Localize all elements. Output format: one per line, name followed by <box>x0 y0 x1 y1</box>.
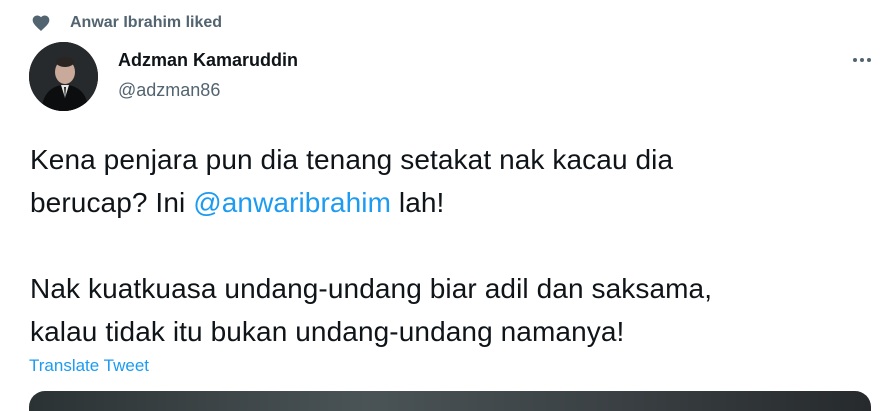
social-context: Anwar Ibrahim liked <box>31 12 222 34</box>
tweet-text-segment: berucap? Ini <box>30 187 194 218</box>
tweet-line: Nak kuatkuasa undang-undang biar adil da… <box>30 273 713 304</box>
avatar[interactable] <box>29 42 98 111</box>
media-preview[interactable] <box>29 391 871 411</box>
author-handle[interactable]: @adzman86 <box>118 80 220 101</box>
translate-tweet-link[interactable]: Translate Tweet <box>29 356 149 376</box>
more-options-button[interactable] <box>848 50 876 70</box>
tweet-text-segment: lah! <box>391 187 445 218</box>
tweet-line: Kena penjara pun dia tenang setakat nak … <box>30 144 674 175</box>
tweet-line: berucap? Ini @anwaribrahim lah! <box>30 181 880 224</box>
mention-link[interactable]: @anwaribrahim <box>193 187 391 218</box>
liked-by-text[interactable]: Anwar Ibrahim liked <box>70 14 222 32</box>
author-display-name[interactable]: Adzman Kamaruddin <box>118 50 298 71</box>
tweet-text: Kena penjara pun dia tenang setakat nak … <box>30 138 880 353</box>
more-dots-icon <box>853 58 857 62</box>
avatar-image <box>29 42 98 111</box>
tweet-line: kalau tidak itu bukan undang-undang nama… <box>30 316 625 347</box>
heart-icon <box>32 15 50 31</box>
